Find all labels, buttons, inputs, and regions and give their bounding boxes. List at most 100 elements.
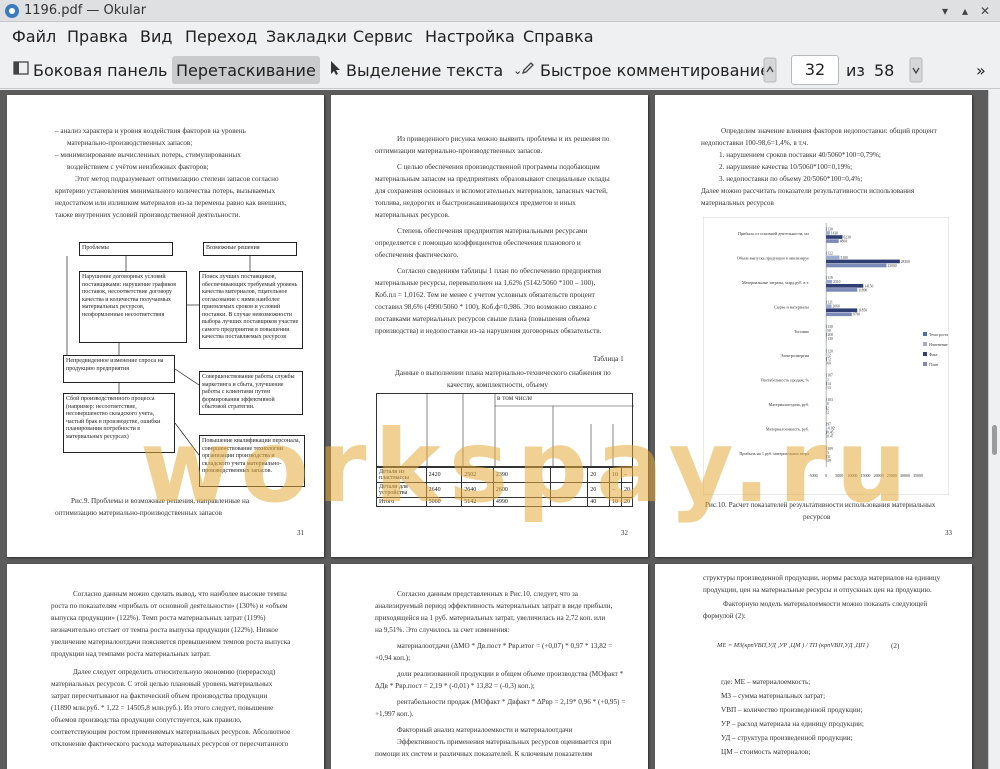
table-title: Данные о выполнении плана материально-те… [395,369,611,377]
page-number-input[interactable]: 32 [791,55,839,85]
menu-file[interactable]: Файл [12,27,56,46]
legend-label: План [929,362,939,367]
bar-value-label: 119 [827,276,832,280]
bar [826,231,830,235]
table-cell [549,497,589,507]
minimize-icon[interactable]: ▾ [937,3,953,19]
page-text-line: ΔДв * Рвр.пост = 2,19 * (-0,01) * 13,82 … [375,682,535,690]
category-label: Электроэнергия [780,353,809,358]
table-row: Итого 5060 5142 4990 40 10 20 [376,497,634,507]
more-tools-icon[interactable]: » [972,56,990,84]
figure-caption: Рис.10. Расчет показателей результативно… [705,501,936,509]
figure-caption: ресурсов [803,513,831,521]
page-text-line: материальных ресурсов [701,199,774,207]
page-text-line: Коб.пл = 1,0162. Тем не менее с учетом у… [375,291,595,299]
pen-icon [520,60,536,80]
page-text-line: для сохранения основных и вспомогательны… [375,187,608,195]
menu-view[interactable]: Вид [140,27,172,46]
page-text-line: Согласно данным представленных в Рис.10,… [397,590,578,598]
page-text-line: Определим значение влияния факторов недо… [721,127,937,135]
sidebar-toggle-button[interactable]: Боковая панель [9,56,171,84]
page-text-line: Факторную модель материалоемкости можно … [723,600,928,608]
page-text-line: рентабельности продаж (МОфакт * Двфакт *… [397,698,626,706]
table-row: Детали для устройства 2640 2640 2600 20–20 [376,482,634,498]
x-tick-label: 35000 [913,473,923,478]
table-cell: 5142 [461,497,494,507]
bar-value-label: 0.47 [827,435,833,439]
quick-annotation-button[interactable]: Быстрое комментирование [516,56,774,84]
quick-annotation-label: Быстрое комментирование [540,60,771,80]
page-text-line: на 9,51%. Это случилось за счет изменени… [375,626,510,634]
bar [826,255,840,260]
title-bar: 1196.pdf — Okular ▾ ▴ ✕ [0,0,1000,22]
formula-number: (2) [891,642,900,650]
menu-go[interactable]: Переход [185,27,257,46]
page-text-line: материальным запасом на предприятиях обр… [375,175,610,183]
bar-value-label: 4800 [840,240,847,244]
document-viewport[interactable]: – анализ характера и уровня воздействия … [0,90,988,769]
legend-swatch [923,352,927,356]
table-cell [549,467,589,483]
bar-value-label: 23000 [888,264,897,268]
page-text-line: продукции над темпами роста материальных… [51,650,211,658]
table-cell: 2502 [461,467,494,483]
page-text-line: 1. нарушением сроков поставки 40/5060*10… [719,151,881,159]
table-label: Таблица 1 [593,355,624,363]
page-text-line: составил 98,6% (4990/5060 * 100), Коб.ф=… [375,303,597,311]
next-page-button[interactable] [909,56,923,84]
x-tick-label: 25000 [887,473,897,478]
bar-value-label: 150 [828,337,834,341]
table-cell: 10 [608,497,622,507]
definition-line: где: МЕ – материалоемкость; [721,678,811,686]
text-select-label: Выделение текста [346,60,504,80]
definition-line: ЦМ – стоимость материалов; [721,748,811,756]
bar [826,332,827,337]
menu-help[interactable]: Справка [523,27,594,46]
bar [826,279,833,284]
bar-value-label: 122 [827,252,833,256]
table-cell: 10 [608,467,622,483]
okular-window: 1196.pdf — Okular ▾ ▴ ✕ Файл Правка Вид … [0,0,1000,769]
page-36: структуры произведенной продукции, нормы… [655,564,972,769]
bar-value-label: 1430 [831,231,838,235]
page-31: – анализ характера и уровня воздействия … [7,95,324,557]
prev-page-button[interactable] [763,56,777,84]
scrollbar-thumb[interactable] [992,425,997,455]
page-text-line: производства) и недопоставки из-за наруш… [375,327,602,335]
drag-mode-button[interactable]: Перетаскивание [172,56,320,84]
page-33: Определим значение влияния факторов недо… [655,95,972,557]
legend-swatch [923,332,927,336]
menu-edit[interactable]: Правка [67,27,128,46]
table-cell: Детали из пластмассы [376,467,427,483]
text-select-button[interactable]: Выделение текста ⌄ [326,56,526,84]
page-34: Согласно данным можно сделать вывод, что… [7,564,324,769]
table-title: качеству, комплектности, объему [447,381,549,389]
maximize-icon[interactable]: ▴ [957,3,973,19]
bar [826,235,843,239]
table-header-block: в том числе [376,393,634,468]
x-tick-label: 30000 [900,473,910,478]
page-text-line: материальных ресурсов. [375,211,450,219]
menu-bookmarks[interactable]: Закладки [266,27,347,46]
page-text-line: поставками материальных ресурсов свыше п… [375,315,590,323]
okular-app-icon [5,4,19,18]
page-text-line: объемов производства продукции сопутству… [51,716,242,724]
page-text-line: Далее можно рассчитать показатели резуль… [701,187,915,195]
close-icon[interactable]: ✕ [977,3,993,19]
table-cell: 2640 [461,482,494,498]
page-text-line: затрат пересчитывают на фактический объе… [51,692,268,700]
page-32: Из приведенного рисунка можно выявить пр… [331,95,648,557]
page-text-line: Согласно сведениям таблицы 1 план по обе… [397,267,602,275]
bar-value-label: 11890 [858,288,867,292]
bar [826,259,900,264]
menu-tools[interactable]: Сервис [353,27,413,46]
table-cell: 40 [587,497,610,507]
page-text-line: материалоотдачи (ΔМО * Дв.пост * Рвр.ито… [397,642,613,650]
bar [826,284,864,288]
page-text-line: формулой (2): [703,612,746,620]
x-tick-label: -5000 [808,473,817,478]
legend-label: Темп роста [929,332,948,337]
formula: МЕ = МЗ(крпVВП,УД ,УР ,ЦМ ) / ТП (крпVВП… [717,642,869,649]
vertical-scrollbar[interactable] [988,90,1000,769]
menu-settings[interactable]: Настройка [425,27,515,46]
